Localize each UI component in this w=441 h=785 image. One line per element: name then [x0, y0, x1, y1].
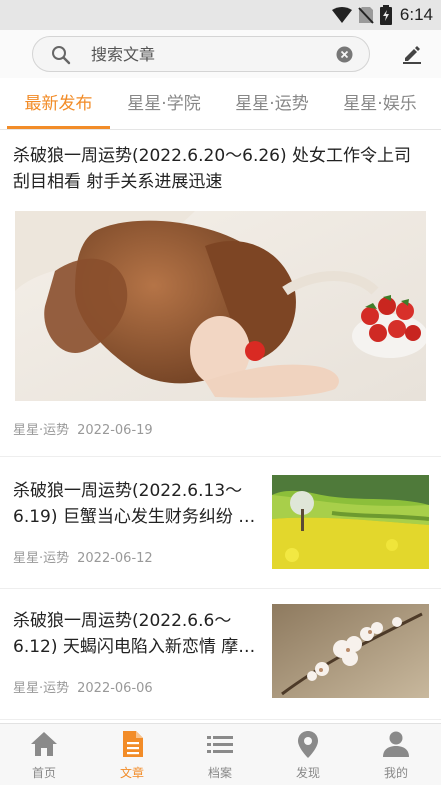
status-icons: 6:14 — [331, 5, 433, 25]
nav-articles[interactable]: 文章 — [88, 724, 176, 785]
tab-latest[interactable]: 最新发布 — [7, 78, 110, 130]
nav-discover[interactable]: 发现 — [264, 724, 352, 785]
clear-icon[interactable] — [336, 46, 353, 63]
active-tab-indicator — [7, 126, 110, 129]
nav-profile-label: 我的 — [383, 766, 408, 780]
article-date: 2022-06-06 — [77, 681, 153, 696]
article-title-line1: 杀破狼一周运势(2022.6.20～6.26) 处女工作令上司 — [13, 146, 412, 166]
battery-charging-icon — [379, 5, 392, 25]
search-icon — [52, 46, 71, 65]
home-icon — [31, 732, 57, 756]
search-row — [0, 30, 441, 78]
edit-icon[interactable] — [402, 44, 422, 64]
nav-profile[interactable]: 我的 — [352, 724, 440, 785]
no-sim-icon — [358, 7, 374, 24]
article-meta: 星星·运势 2022-06-12 — [13, 547, 153, 566]
article-title-line2: 6.19) 巨蟹当心发生财务纠纷 … — [13, 507, 256, 527]
article-title-line2: 刮目相看 射手关系进展迅速 — [13, 172, 223, 192]
bottom-nav: 首页 文章 档案 发现 我的 — [0, 723, 441, 785]
tab-fortune[interactable]: 星星·运势 — [224, 78, 320, 130]
article-date: 2022-06-19 — [77, 423, 153, 438]
divider — [0, 719, 441, 720]
nav-archive-label: 档案 — [207, 766, 232, 780]
nav-home[interactable]: 首页 — [0, 724, 88, 785]
article-category: 星星·运势 — [13, 681, 70, 696]
article-category: 星星·运势 — [13, 423, 70, 438]
divider — [0, 456, 441, 457]
document-icon — [123, 731, 143, 757]
location-pin-icon — [298, 731, 318, 758]
article-title[interactable]: 杀破狼一周运势(2022.6.20～6.26) 处女工作令上司 刮目相看 射手关… — [13, 143, 433, 195]
article-feed[interactable]: 杀破狼一周运势(2022.6.20～6.26) 处女工作令上司 刮目相看 射手关… — [0, 131, 441, 723]
article-date: 2022-06-12 — [77, 551, 153, 566]
status-bar: 6:14 — [0, 0, 441, 30]
list-icon — [207, 736, 233, 753]
nav-articles-label: 文章 — [119, 766, 144, 780]
article-title[interactable]: 杀破狼一周运势(2022.6.6～ 6.12) 天蝎闪电陷入新恋情 摩… — [13, 608, 263, 660]
rapeseed-field-photo[interactable] — [272, 475, 429, 569]
article-title[interactable]: 杀破狼一周运势(2022.6.13～ 6.19) 巨蟹当心发生财务纠纷 … — [13, 478, 263, 530]
search-box[interactable] — [32, 36, 370, 72]
divider — [0, 588, 441, 589]
nav-discover-label: 发现 — [295, 766, 320, 780]
article-title-line1: 杀破狼一周运势(2022.6.6～ — [13, 611, 232, 631]
search-input[interactable] — [91, 41, 341, 67]
person-icon — [383, 731, 409, 757]
woman-with-strawberries-photo[interactable] — [15, 211, 426, 401]
status-time: 6:14 — [399, 5, 433, 24]
article-title-line2: 6.12) 天蝎闪电陷入新恋情 摩… — [13, 637, 256, 657]
nav-archive[interactable]: 档案 — [176, 724, 264, 785]
article-meta: 星星·运势 2022-06-19 — [13, 419, 153, 438]
tab-entertainment[interactable]: 星星·娱乐 — [332, 78, 428, 130]
wifi-icon — [331, 7, 352, 23]
white-blossom-photo[interactable] — [272, 604, 429, 698]
nav-home-label: 首页 — [31, 766, 56, 780]
article-category: 星星·运势 — [13, 551, 70, 566]
article-meta: 星星·运势 2022-06-06 — [13, 677, 153, 696]
article-title-line1: 杀破狼一周运势(2022.6.13～ — [13, 481, 243, 501]
category-tabs: 最新发布 星星·学院 星星·运势 星星·娱乐 — [0, 78, 441, 130]
tab-academy[interactable]: 星星·学院 — [116, 78, 212, 130]
